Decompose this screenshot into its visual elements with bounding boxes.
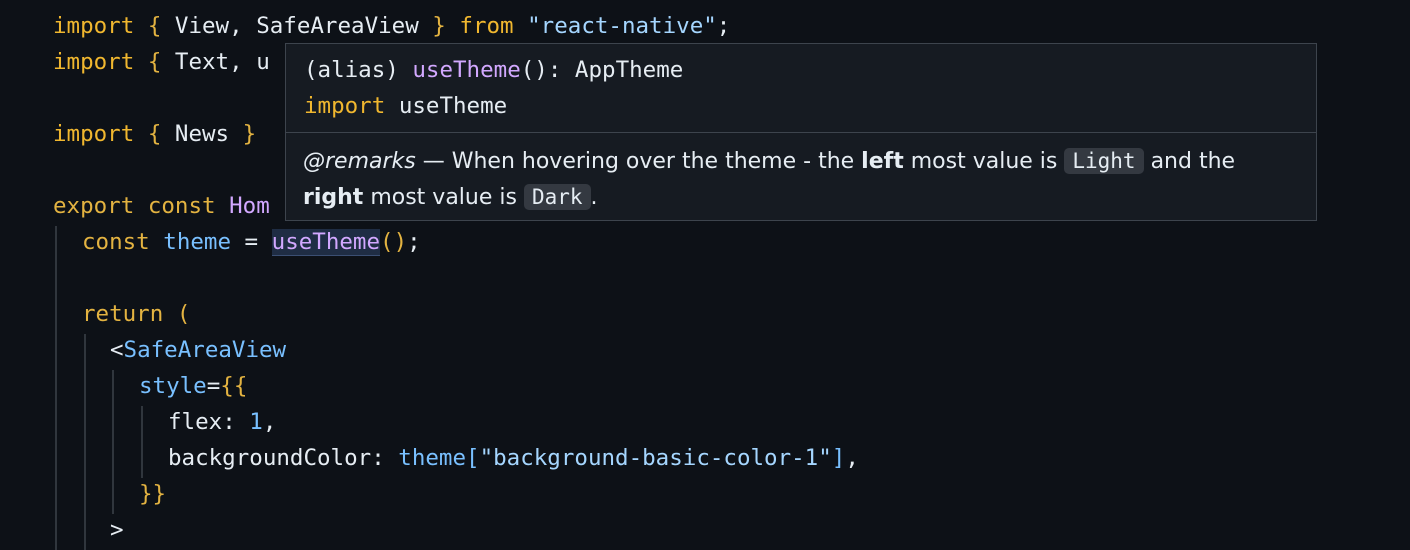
keyword-import: import <box>53 13 135 39</box>
code-line-10[interactable]: <SafeAreaView <box>110 332 286 368</box>
keyword-const: const <box>147 193 216 219</box>
indent-guide <box>84 334 86 550</box>
code-line-15[interactable]: > <box>110 512 124 548</box>
jsx-tag-name: SafeAreaView <box>123 337 287 363</box>
component-name: Hom <box>229 193 270 219</box>
object-key: backgroundColor <box>168 445 372 471</box>
code-line-11[interactable]: style={{ <box>139 368 247 404</box>
code-line-13[interactable]: backgroundColor: theme["background-basic… <box>168 440 859 476</box>
number-literal: 1 <box>249 409 263 435</box>
signature-function-name: useTheme <box>412 57 521 83</box>
hover-import-line: import useTheme <box>304 93 508 119</box>
keyword-const: const <box>82 229 150 255</box>
keyword-from: from <box>459 13 514 39</box>
code-line-9[interactable]: return ( <box>82 296 190 332</box>
code-line-7[interactable]: const theme = useTheme(); <box>82 224 421 260</box>
hover-tooltip[interactable]: (alias) useTheme(): AppTheme import useT… <box>285 43 1317 221</box>
indent-guide <box>112 370 114 514</box>
keyword-import: import <box>304 93 386 119</box>
keyword-return: return <box>82 301 164 327</box>
hover-signature: (alias) useTheme(): AppTheme <box>304 57 684 83</box>
variable-theme: theme <box>398 445 467 471</box>
code-line-4[interactable]: import { News } <box>53 116 256 152</box>
keyword-import: import <box>53 49 135 75</box>
code-line-2[interactable]: import { Text, u <box>53 44 270 80</box>
remarks-tag: @remarks <box>303 149 416 174</box>
indent-guide <box>55 226 57 550</box>
import-names: News <box>174 121 230 147</box>
code-chip-dark: Dark <box>523 184 591 210</box>
import-names: Text, u <box>174 49 270 75</box>
code-line-14[interactable]: }} <box>139 476 166 512</box>
code-line-6[interactable]: export const Hom <box>53 188 270 224</box>
jsx-attribute: style <box>139 373 207 399</box>
import-names: View, SafeAreaView <box>174 13 419 39</box>
module-string: "react-native" <box>527 13 717 39</box>
hover-doc-line-1: @remarks — When hovering over the theme … <box>303 148 1236 174</box>
hover-divider <box>286 132 1316 133</box>
variable-theme: theme <box>163 229 232 255</box>
indent-guide <box>141 406 143 478</box>
hovered-symbol-useTheme[interactable]: useTheme <box>271 229 381 256</box>
code-line-12[interactable]: flex: 1, <box>168 404 276 440</box>
keyword-import: import <box>53 121 135 147</box>
hover-doc-line-2: right most value is Dark. <box>303 184 598 210</box>
code-line-1[interactable]: import { View, SafeAreaView } from "reac… <box>53 8 730 44</box>
keyword-export: export <box>53 193 135 219</box>
object-key: flex <box>168 409 223 435</box>
code-chip-light: Light <box>1064 148 1144 174</box>
string-literal: "background-basic-color-1" <box>479 445 832 471</box>
